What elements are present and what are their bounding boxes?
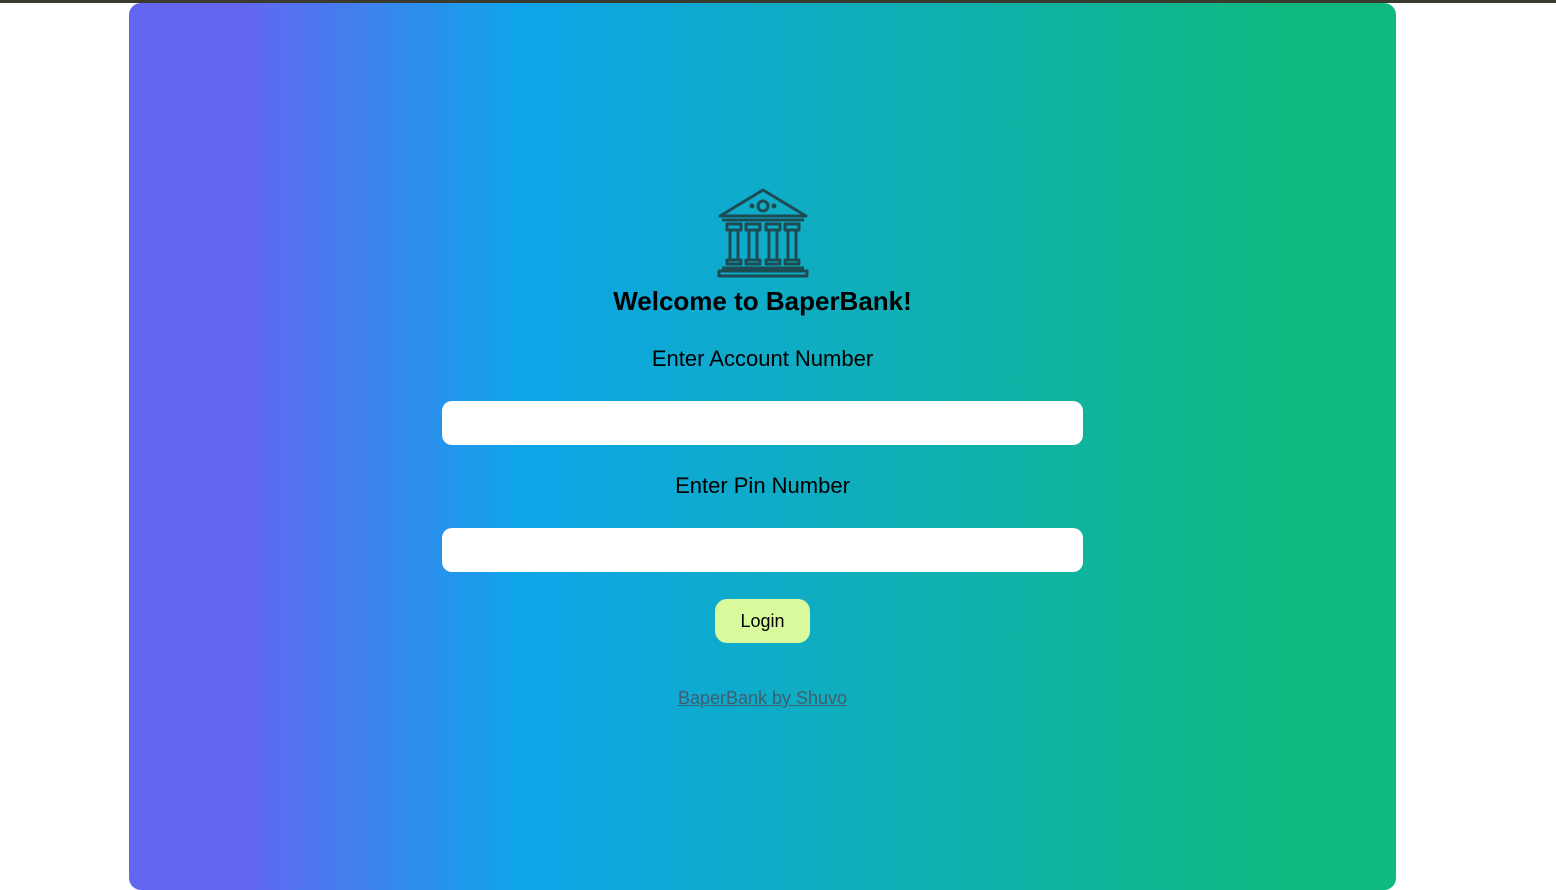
account-number-label: Enter Account Number bbox=[651, 346, 874, 371]
bank-building-icon bbox=[717, 188, 808, 278]
account-number-input[interactable] bbox=[442, 401, 1083, 445]
pin-number-label: Enter Pin Number bbox=[675, 473, 850, 498]
login-button[interactable]: Login bbox=[715, 599, 810, 643]
pin-number-input[interactable] bbox=[442, 528, 1083, 572]
login-form: Welcome to BaperBank! Enter Account Numb… bbox=[129, 186, 1396, 709]
footer-credit-link[interactable]: BaperBank by Shuvo bbox=[678, 688, 847, 709]
login-card: Welcome to BaperBank! Enter Account Numb… bbox=[129, 3, 1396, 890]
page-title: Welcome to BaperBank! bbox=[613, 286, 912, 316]
